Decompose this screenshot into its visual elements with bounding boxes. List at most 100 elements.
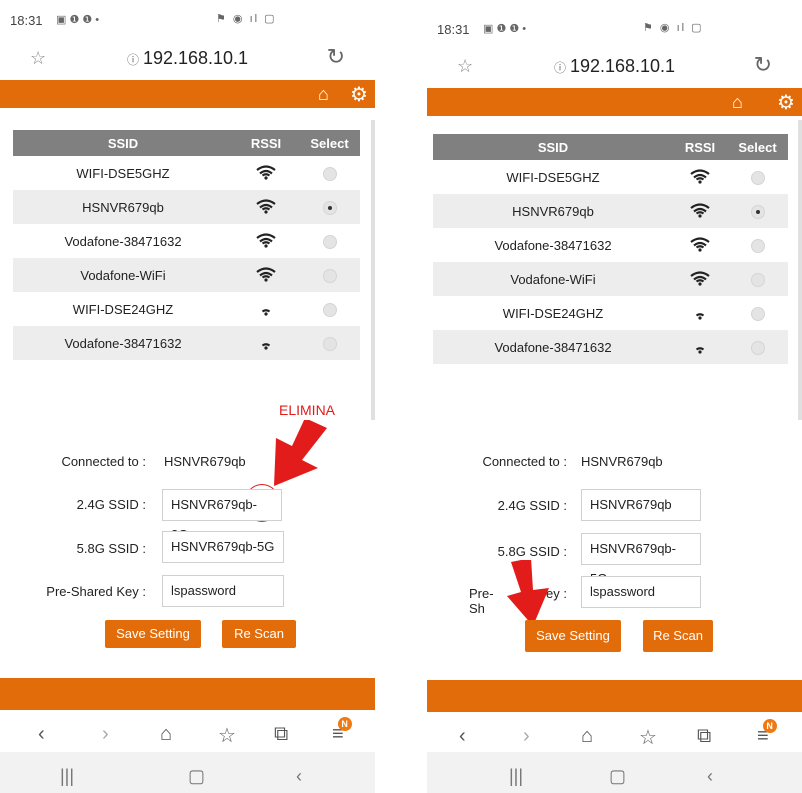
ssid-cell: Vodafone-38471632 <box>64 233 182 249</box>
back-icon[interactable]: ‹ <box>459 725 466 748</box>
wifi-signal-icon <box>689 338 711 354</box>
info-icon[interactable]: ⓘ <box>554 61 566 75</box>
wifi-signal-icon <box>255 164 277 180</box>
select-radio[interactable] <box>750 238 765 253</box>
menu-icon[interactable]: ≡ N <box>332 717 352 746</box>
table-row[interactable]: WIFI-DSE5GHZ <box>13 156 360 190</box>
rescan-button[interactable]: Re Scan <box>643 620 713 652</box>
menu-icon[interactable]: ≡ N <box>757 719 777 748</box>
wifi-network-table: SSID RSSI Select WIFI-DSE5GHZ HSNVR679qb V… <box>433 134 788 364</box>
table-row[interactable]: WIFI-DSE24GHZ <box>13 292 360 326</box>
tabs-icon[interactable]: ⧉ <box>697 725 711 748</box>
select-radio[interactable] <box>750 340 765 355</box>
home-nav-icon[interactable]: ⌂ <box>581 725 593 748</box>
ssid-24g-input[interactable]: HSNVR679qb <box>581 489 701 521</box>
table-row[interactable]: WIFI-DSE5GHZ <box>433 160 788 194</box>
save-setting-button[interactable]: Save Setting <box>105 620 201 648</box>
select-radio[interactable] <box>322 268 337 283</box>
status-time: 18:31 <box>10 13 43 28</box>
bookmarks-icon[interactable]: ☆ <box>639 725 657 750</box>
select-radio[interactable] <box>750 306 765 321</box>
scrollbar[interactable] <box>371 120 375 420</box>
url-display[interactable]: ⓘ 192.168.10.1 <box>427 56 802 77</box>
status-time: 18:31 <box>437 22 470 37</box>
back-system-icon[interactable]: ‹ <box>707 766 713 787</box>
table-row[interactable]: Vodafone-WiFi <box>433 262 788 296</box>
home-icon[interactable]: ⌂ <box>732 92 743 113</box>
connected-to-value: HSNVR679qb <box>164 454 246 469</box>
reload-icon[interactable]: ↻ <box>754 52 772 78</box>
table-row[interactable]: Vodafone-38471632 <box>433 330 788 364</box>
ssid-24g-input[interactable]: HSNVR679qb-2G <box>162 489 282 542</box>
back-system-icon[interactable]: ‹ <box>296 766 302 787</box>
recents-icon[interactable]: ||| <box>60 766 74 787</box>
home-icon[interactable]: ⌂ <box>318 84 329 105</box>
select-radio[interactable] <box>750 170 765 185</box>
forward-icon[interactable]: › <box>102 723 109 746</box>
info-icon[interactable]: ⓘ <box>127 53 139 67</box>
wifi-signal-icon <box>689 236 711 252</box>
select-radio[interactable] <box>322 166 337 181</box>
home-button-icon[interactable]: ▢ <box>188 766 205 787</box>
gear-icon[interactable]: ⚙ <box>777 90 795 115</box>
rssi-cell <box>233 190 299 224</box>
table-row[interactable]: Vodafone-38471632 <box>13 224 360 258</box>
home-button-icon[interactable]: ▢ <box>609 766 626 787</box>
select-radio[interactable] <box>322 302 337 317</box>
recents-icon[interactable]: ||| <box>509 766 523 787</box>
psk-label: Pre-Shared Key : <box>46 584 146 599</box>
select-radio[interactable] <box>322 200 337 215</box>
select-cell <box>299 326 360 360</box>
save-setting-button[interactable]: Save Setting <box>525 620 621 652</box>
col-header-select: Select <box>299 130 360 156</box>
wifi-signal-icon <box>255 232 277 248</box>
page-footer-bar <box>427 680 802 712</box>
scrollbar[interactable] <box>798 120 802 420</box>
psk-input[interactable]: lspassword <box>162 575 284 607</box>
ssid-cell: Vodafone-38471632 <box>13 326 233 360</box>
table-row[interactable]: Vodafone-38471632 <box>13 326 360 360</box>
reload-icon[interactable]: ↻ <box>327 44 345 70</box>
ssid-cell: Vodafone-WiFi <box>433 262 673 296</box>
notification-badge: N <box>337 717 352 731</box>
tabs-icon[interactable]: ⧉ <box>274 723 288 746</box>
select-radio[interactable] <box>322 234 337 249</box>
wifi-signal-icon <box>689 304 711 320</box>
gear-icon[interactable]: ⚙ <box>350 82 368 107</box>
psk-input[interactable]: lspassword <box>581 576 701 608</box>
select-radio[interactable] <box>322 336 337 351</box>
system-icons: ⚑ ◉ ıl ▢ <box>643 22 704 34</box>
select-cell <box>727 228 788 262</box>
rssi-cell <box>673 330 727 364</box>
ssid-58g-label: 5.8G SSID : <box>76 541 146 556</box>
table-row[interactable]: WIFI-DSE24GHZ <box>433 296 788 330</box>
browser-address-bar[interactable]: ☆ ⓘ 192.168.10.1 ↻ <box>427 46 802 88</box>
connected-to-label: Connected to : <box>61 454 146 469</box>
home-nav-icon[interactable]: ⌂ <box>160 723 172 746</box>
ssid-cell: WIFI-DSE5GHZ <box>76 165 170 181</box>
system-nav-bar: ||| ▢ ‹ <box>0 752 375 793</box>
url-display[interactable]: ⓘ 192.168.10.1 <box>0 48 375 69</box>
annotation-label: ELIMINA <box>279 402 336 418</box>
left-screenshot: 18:31 ▣ ❶ ❶ • ⚑ ◉ ıl ▢ ☆ ⓘ 192.168.10.1 ↻… <box>0 0 375 793</box>
table-row[interactable]: HSNVR679qb <box>433 194 788 228</box>
select-radio[interactable] <box>750 272 765 287</box>
forward-icon[interactable]: › <box>523 725 530 748</box>
ssid-cell: WIFI-DSE24GHZ <box>502 305 604 321</box>
ssid-58g-input[interactable]: HSNVR679qb-5G <box>581 533 701 586</box>
table-row[interactable]: Vodafone-38471632 <box>433 228 788 262</box>
select-radio[interactable] <box>750 204 765 219</box>
wifi-signal-icon <box>689 168 711 184</box>
browser-address-bar[interactable]: ☆ ⓘ 192.168.10.1 ↻ <box>0 38 375 80</box>
ssid-58g-input[interactable]: HSNVR679qb-5G <box>162 531 284 563</box>
col-header-select: Select <box>727 134 788 160</box>
rssi-cell <box>233 326 299 360</box>
bookmarks-icon[interactable]: ☆ <box>218 723 236 748</box>
ssid-cell: Vodafone-38471632 <box>433 330 673 364</box>
wifi-signal-icon <box>255 266 277 282</box>
table-row[interactable]: Vodafone-WiFi <box>13 258 360 292</box>
table-row[interactable]: HSNVR679qb <box>13 190 360 224</box>
back-icon[interactable]: ‹ <box>38 723 45 746</box>
select-cell <box>727 160 788 194</box>
rescan-button[interactable]: Re Scan <box>222 620 296 648</box>
